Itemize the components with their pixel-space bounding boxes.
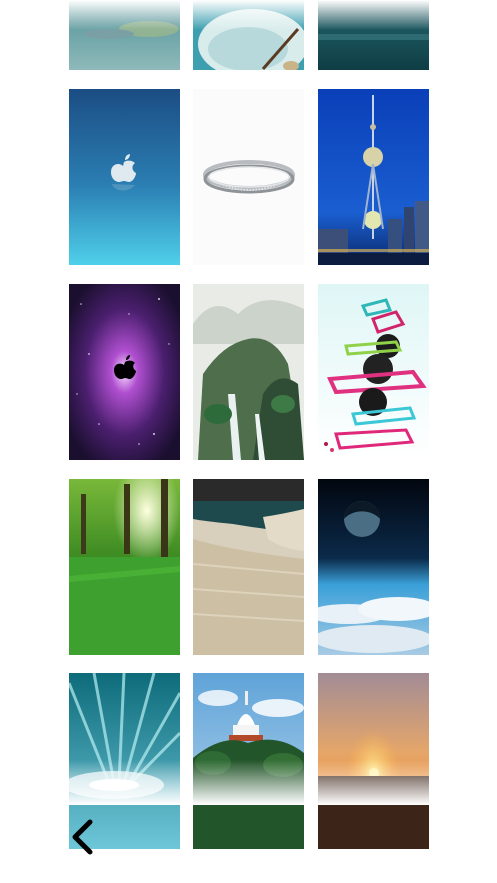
wallpaper-silver-ring[interactable] xyxy=(193,89,304,265)
wallpaper-apple-galaxy[interactable] xyxy=(69,284,180,460)
wallpaper-planet-clouds-image xyxy=(318,479,429,655)
wallpaper-reeds-river[interactable] xyxy=(193,479,304,655)
wallpaper-pearl-tower[interactable] xyxy=(318,89,429,265)
bottom-fade-overlay xyxy=(0,760,497,805)
wallpaper-apple-galaxy-image xyxy=(69,284,180,460)
wallpaper-reeds-river-image xyxy=(193,479,304,655)
wallpaper-abstract-frames-image xyxy=(318,284,429,460)
wallpaper-apple-blue[interactable] xyxy=(69,89,180,265)
wallpaper-grid xyxy=(0,0,497,849)
wallpaper-abstract-frames[interactable] xyxy=(318,284,429,460)
chevron-left-icon xyxy=(72,819,93,855)
wallpaper-planet-clouds[interactable] xyxy=(318,479,429,655)
wallpaper-mountain-waterfall-image xyxy=(193,284,304,460)
top-fade-overlay xyxy=(0,0,497,30)
wallpaper-apple-blue-image xyxy=(69,89,180,265)
back-button[interactable] xyxy=(62,814,106,860)
wallpaper-green-forest-image xyxy=(69,479,180,655)
wallpaper-silver-ring-image xyxy=(193,89,304,265)
wallpaper-mountain-waterfall[interactable] xyxy=(193,284,304,460)
wallpaper-green-forest[interactable] xyxy=(69,479,180,655)
wallpaper-pearl-tower-image xyxy=(318,89,429,265)
